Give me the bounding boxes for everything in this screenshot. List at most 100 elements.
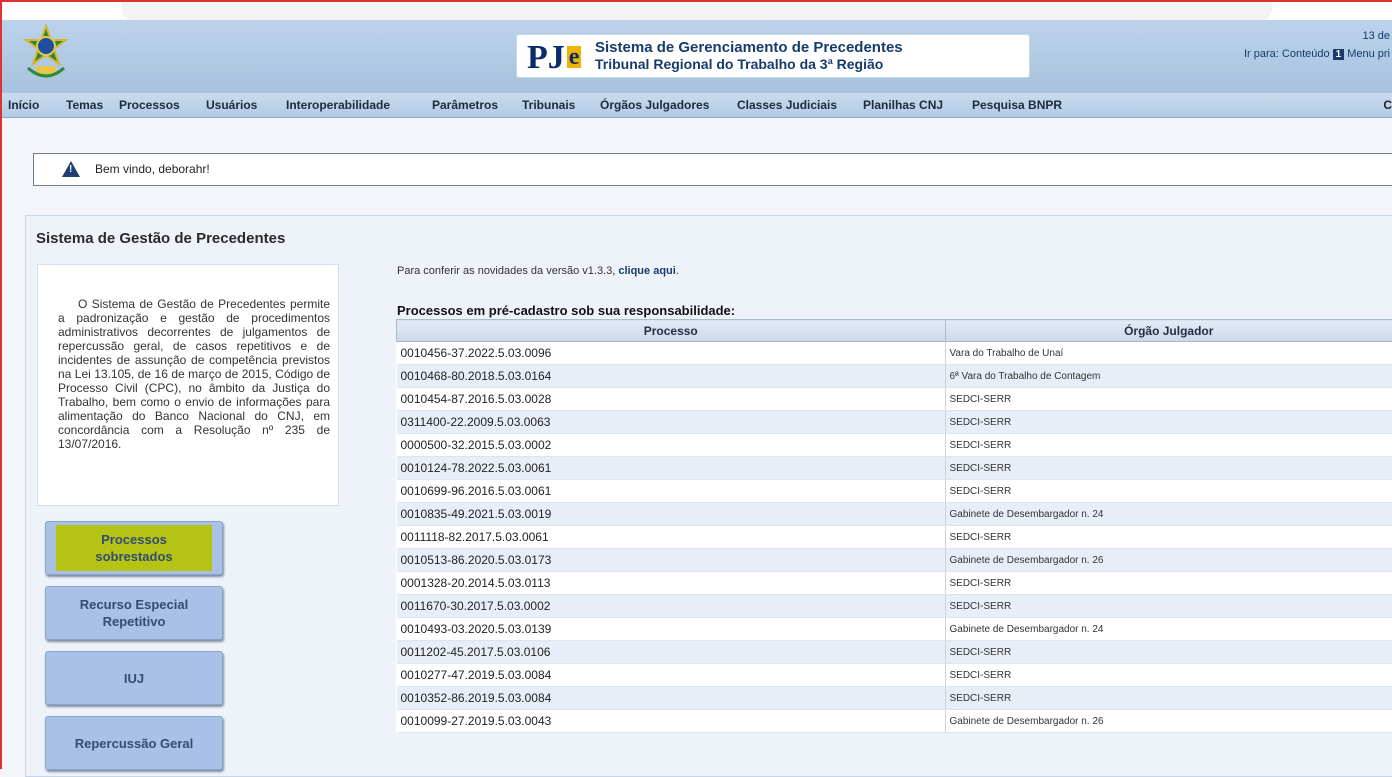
site-header: PJe Sistema de Gerenciamento de Preceden… [2, 20, 1392, 93]
button-label: IUJ [124, 670, 144, 687]
notice-text: Para conferir as novidades da versão v1.… [397, 265, 618, 277]
welcome-message-box: ! Bem vindo, deborahr! [33, 153, 1392, 186]
access-key-badge: 1 [1333, 49, 1345, 60]
process-number-cell[interactable]: 0010513-86.2020.5.03.0173 [397, 549, 946, 572]
button-label: Recurso Especial Repetitivo [69, 596, 199, 630]
orgao-julgador-cell: 6ª Vara do Trabalho de Contagem [945, 365, 1392, 388]
goto-menu-link[interactable]: Menu pri [1347, 48, 1390, 60]
menu-item-planilhas-cnj[interactable]: Planilhas CNJ [863, 98, 943, 112]
table-row[interactable]: 0011670-30.2017.5.03.0002SEDCI-SERR [397, 595, 1392, 618]
table-row[interactable]: 0010456-37.2022.5.03.0096Vara do Trabalh… [397, 342, 1392, 365]
coat-of-arms-logo [22, 24, 70, 84]
orgao-julgador-cell: SEDCI-SERR [945, 457, 1392, 480]
orgao-julgador-cell: SEDCI-SERR [945, 388, 1392, 411]
process-number-cell[interactable]: 0010468-80.2018.5.03.0164 [397, 365, 946, 388]
orgao-julgador-cell: SEDCI-SERR [945, 411, 1392, 434]
table-row[interactable]: 0311400-22.2009.5.03.0063SEDCI-SERR [397, 411, 1392, 434]
menu-item-processos[interactable]: Processos [119, 98, 180, 112]
column-header-processo[interactable]: Processo [397, 320, 946, 342]
main-panel: Sistema de Gestão de Precedentes O Siste… [25, 215, 1392, 777]
button-label: Processos sobrestados [56, 525, 212, 571]
table-row[interactable]: 0010352-86.2019.5.03.0084SEDCI-SERR [397, 687, 1392, 710]
process-number-cell[interactable]: 0311400-22.2009.5.03.0063 [397, 411, 946, 434]
process-number-cell[interactable]: 0001328-20.2014.5.03.0113 [397, 572, 946, 595]
welcome-text: Bem vindo, deborahr! [95, 162, 210, 176]
orgao-julgador-cell: SEDCI-SERR [945, 687, 1392, 710]
button-label: Repercussão Geral [75, 735, 194, 752]
menu-item-truncated[interactable]: C [1383, 98, 1392, 112]
process-number-cell[interactable]: 0010699-96.2016.5.03.0061 [397, 480, 946, 503]
table-header-row: Processo Órgão Julgador [397, 320, 1392, 342]
table-row[interactable]: 0010099-27.2019.5.03.0043Gabinete de Des… [397, 710, 1392, 733]
goto-content-link[interactable]: Conteúdo [1282, 48, 1330, 60]
pje-banner: PJe Sistema de Gerenciamento de Preceden… [516, 34, 1030, 78]
process-number-cell[interactable]: 0010277-47.2019.5.03.0084 [397, 664, 946, 687]
court-name: Tribunal Regional do Trabalho da 3ª Regi… [595, 56, 883, 72]
orgao-julgador-cell: SEDCI-SERR [945, 572, 1392, 595]
table-row[interactable]: 0010699-96.2016.5.03.0061SEDCI-SERR [397, 480, 1392, 503]
menu-item-usuarios[interactable]: Usuários [206, 98, 257, 112]
orgao-julgador-cell: SEDCI-SERR [945, 641, 1392, 664]
app-title: Sistema de Gerenciamento de Precedentes [595, 39, 903, 56]
menu-item-pesquisa-bnpr[interactable]: Pesquisa BNPR [972, 98, 1062, 112]
browser-top-strip [0, 0, 1392, 22]
process-number-cell[interactable]: 0010352-86.2019.5.03.0084 [397, 687, 946, 710]
description-box: O Sistema de Gestão de Precedentes permi… [37, 264, 339, 506]
process-number-cell[interactable]: 0011118-82.2017.5.03.0061 [397, 526, 946, 549]
frame-border [0, 0, 2, 769]
table-row[interactable]: 0010277-47.2019.5.03.0084SEDCI-SERR [397, 664, 1392, 687]
orgao-julgador-cell: SEDCI-SERR [945, 664, 1392, 687]
process-number-cell[interactable]: 0010099-27.2019.5.03.0043 [397, 710, 946, 733]
process-number-cell[interactable]: 0010124-78.2022.5.03.0061 [397, 457, 946, 480]
table-row[interactable]: 0001328-20.2014.5.03.0113SEDCI-SERR [397, 572, 1392, 595]
info-warning-icon: ! [62, 161, 80, 177]
orgao-julgador-cell: Gabinete de Desembargador n. 26 [945, 710, 1392, 733]
table-row[interactable]: 0011118-82.2017.5.03.0061SEDCI-SERR [397, 526, 1392, 549]
orgao-julgador-cell: Gabinete de Desembargador n. 24 [945, 503, 1392, 526]
menu-item-classes-judiciais[interactable]: Classes Judiciais [737, 98, 837, 112]
table-row[interactable]: 0010124-78.2022.5.03.0061SEDCI-SERR [397, 457, 1392, 480]
section-title: Sistema de Gestão de Precedentes [36, 230, 285, 247]
process-number-cell[interactable]: 0011202-45.2017.5.03.0106 [397, 641, 946, 664]
menu-item-inicio[interactable]: Início [8, 98, 39, 112]
process-number-cell[interactable]: 0011670-30.2017.5.03.0002 [397, 595, 946, 618]
orgao-julgador-cell: SEDCI-SERR [945, 595, 1392, 618]
notice-end: . [676, 265, 679, 277]
column-header-orgao-julgador[interactable]: Órgão Julgador [945, 320, 1392, 342]
pje-logo: PJe [527, 39, 581, 77]
table-row[interactable]: 0000500-32.2015.5.03.0002SEDCI-SERR [397, 434, 1392, 457]
menu-item-orgaos-julgadores[interactable]: Órgãos Julgadores [600, 98, 709, 112]
menu-item-tribunais[interactable]: Tribunais [522, 98, 575, 112]
table-row[interactable]: 0010513-86.2020.5.03.0173Gabinete de Des… [397, 549, 1392, 572]
table-row[interactable]: 0011202-45.2017.5.03.0106SEDCI-SERR [397, 641, 1392, 664]
process-number-cell[interactable]: 0010493-03.2020.5.03.0139 [397, 618, 946, 641]
menu-item-parametros[interactable]: Parâmetros [432, 98, 498, 112]
process-number-cell[interactable]: 0010454-87.2016.5.03.0028 [397, 388, 946, 411]
process-number-cell[interactable]: 0000500-32.2015.5.03.0002 [397, 434, 946, 457]
repercussao-geral-button[interactable]: Repercussão Geral [45, 716, 223, 770]
table-row[interactable]: 0010454-87.2016.5.03.0028SEDCI-SERR [397, 388, 1392, 411]
process-number-cell[interactable]: 0010835-49.2021.5.03.0019 [397, 503, 946, 526]
orgao-julgador-cell: Gabinete de Desembargador n. 26 [945, 549, 1392, 572]
main-menu: Início Temas Processos Usuários Interope… [2, 93, 1392, 118]
version-link[interactable]: clique aqui [618, 265, 675, 277]
version-notice: Para conferir as novidades da versão v1.… [397, 265, 679, 277]
table-row[interactable]: 0010493-03.2020.5.03.0139Gabinete de Des… [397, 618, 1392, 641]
table-row[interactable]: 0010835-49.2021.5.03.0019Gabinete de Des… [397, 503, 1392, 526]
menu-item-interoperabilidade[interactable]: Interoperabilidade [286, 98, 390, 112]
processos-sobrestados-button[interactable]: Processos sobrestados [45, 521, 223, 575]
header-date: 13 de [1362, 30, 1390, 42]
browser-toolbar [122, 2, 1272, 20]
recurso-especial-repetitivo-button[interactable]: Recurso Especial Repetitivo [45, 586, 223, 640]
table-row[interactable]: 0010468-80.2018.5.03.01646ª Vara do Trab… [397, 365, 1392, 388]
orgao-julgador-cell: SEDCI-SERR [945, 526, 1392, 549]
table-caption: Processos em pré-cadastro sob sua respon… [397, 303, 735, 318]
orgao-julgador-cell: Gabinete de Desembargador n. 24 [945, 618, 1392, 641]
description-text: O Sistema de Gestão de Precedentes permi… [58, 297, 330, 451]
iuj-button[interactable]: IUJ [45, 651, 223, 705]
menu-item-temas[interactable]: Temas [66, 98, 103, 112]
process-number-cell[interactable]: 0010456-37.2022.5.03.0096 [397, 342, 946, 365]
orgao-julgador-cell: Vara do Trabalho de Unaí [945, 342, 1392, 365]
skip-links: Ir para: Conteúdo1Menu pri [1244, 48, 1390, 60]
orgao-julgador-cell: SEDCI-SERR [945, 480, 1392, 503]
